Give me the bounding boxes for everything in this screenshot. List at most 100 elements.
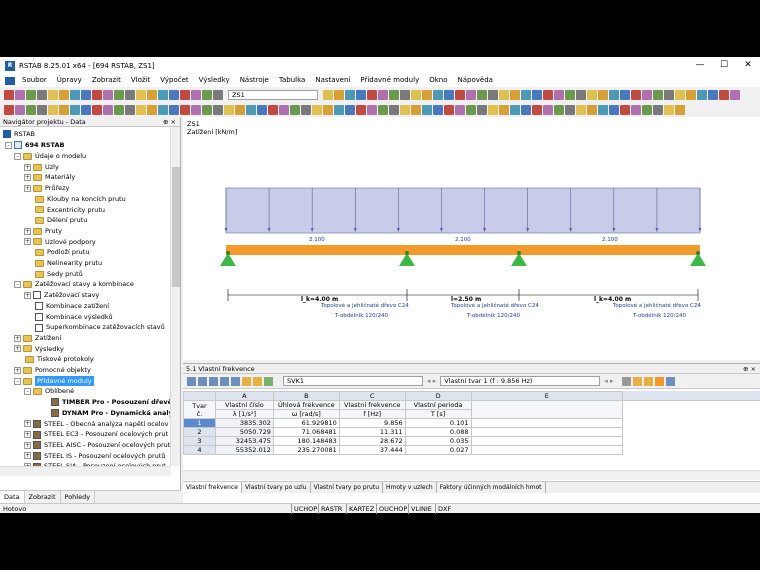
tree-item[interactable]: - Oblíbené xyxy=(24,386,74,397)
toolbar-tool-icon[interactable] xyxy=(499,90,509,100)
toolbar-tool-icon[interactable] xyxy=(598,105,608,115)
table-cell[interactable]: 28.672 xyxy=(338,436,406,446)
toolbar-tool-icon[interactable] xyxy=(587,105,597,115)
toolbar-tool-icon[interactable] xyxy=(15,90,25,100)
toolbar-tool-icon[interactable] xyxy=(246,105,256,115)
tree-item[interactable]: DYNAM Pro - Dynamická analýza xyxy=(40,408,171,419)
toolbar-tool-icon[interactable] xyxy=(521,105,531,115)
col-a[interactable]: A xyxy=(214,391,274,401)
model-view[interactable]: ZS1 Zatížení [kN/m] 2.100 2.100 2.100 To… xyxy=(183,117,760,360)
toolbar-tool-icon[interactable] xyxy=(609,90,619,100)
toolbar-tool-icon[interactable] xyxy=(356,90,366,100)
table-cell[interactable]: 3835.302 xyxy=(214,418,274,428)
tab-pohledy[interactable]: Pohledy xyxy=(61,491,96,503)
status-vlinie[interactable]: VLINIE xyxy=(408,504,434,514)
toolbar-tool-icon[interactable] xyxy=(180,105,190,115)
node-dot[interactable] xyxy=(696,251,700,255)
toolbar-tool-icon[interactable] xyxy=(103,105,113,115)
tool-icon[interactable] xyxy=(665,376,675,386)
tool-icon[interactable] xyxy=(632,376,642,386)
toolbar-tool-icon[interactable] xyxy=(510,105,520,115)
toolbar-tool-icon[interactable] xyxy=(642,90,652,100)
menu-vypocet[interactable]: Výpočet xyxy=(155,74,193,87)
expand-icon[interactable]: + xyxy=(14,345,21,353)
status-uchop[interactable]: UCHOP xyxy=(291,504,319,514)
collapse-icon[interactable]: - xyxy=(14,281,21,289)
table-cell[interactable]: 71.068481 xyxy=(272,427,340,437)
tree-item[interactable]: + Uzly xyxy=(24,162,59,173)
toolbar-tool-icon[interactable] xyxy=(653,105,663,115)
table-cell[interactable]: 235.270081 xyxy=(272,445,340,455)
tree-item[interactable]: + Průřezy xyxy=(24,183,69,194)
toolbar-tool-icon[interactable] xyxy=(532,105,542,115)
toolbar-tool-icon[interactable] xyxy=(4,90,14,100)
tree-item[interactable]: + STEEL AISC - Posouzení ocelových prut xyxy=(24,440,170,451)
tree-root[interactable]: RSTAB xyxy=(3,129,35,140)
node-dot[interactable] xyxy=(226,251,230,255)
mode-select[interactable]: Vlastní tvar 1 (f : 9.856 Hz) xyxy=(440,376,601,386)
toolbar-tool-icon[interactable] xyxy=(92,90,102,100)
toolbar-tool-icon[interactable] xyxy=(26,90,36,100)
tree-item[interactable]: - Přídavné moduly xyxy=(14,375,94,387)
tool-icon[interactable] xyxy=(643,376,653,386)
menu-vlozit[interactable]: Vložit xyxy=(126,74,155,87)
toolbar-tool-icon[interactable] xyxy=(708,90,718,100)
menu-okno[interactable]: Okno xyxy=(424,74,452,87)
tree-item[interactable]: Tiskové protokoly xyxy=(14,354,94,365)
tree-project[interactable]: - 694 RSTAB xyxy=(5,140,64,151)
tab-faktory-hmot[interactable]: Faktory účinných modálních hmot xyxy=(437,482,546,493)
toolbar-tool-icon[interactable] xyxy=(400,105,410,115)
tree-item[interactable]: - Údaje o modelu xyxy=(14,151,86,162)
toolbar-tool-icon[interactable] xyxy=(279,105,289,115)
collapse-icon[interactable]: - xyxy=(14,152,21,160)
toolbar-tool-icon[interactable] xyxy=(224,105,234,115)
toolbar-tool-icon[interactable] xyxy=(565,105,575,115)
toolbar-tool-icon[interactable] xyxy=(202,105,212,115)
toolbar-tool-icon[interactable] xyxy=(103,90,113,100)
toolbar-tool-icon[interactable] xyxy=(158,105,168,115)
results-pin-close-icon[interactable]: ⊕ × xyxy=(743,364,760,374)
toolbar-tool-icon[interactable] xyxy=(411,105,421,115)
arrow-icon[interactable] xyxy=(264,376,273,386)
table-cell[interactable]: 0.027 xyxy=(404,445,472,455)
tree-item[interactable]: Superkombinace zatěžovacích stavů xyxy=(24,322,165,333)
toolbar-tool-icon[interactable] xyxy=(554,105,564,115)
toolbar-tool-icon[interactable] xyxy=(59,105,69,115)
table-cell[interactable]: 9.856 xyxy=(338,418,406,428)
tree-item[interactable]: + STEEL - Obecná analýza napětí ocelov xyxy=(24,419,168,430)
tree-item[interactable]: + Pruty xyxy=(24,226,62,237)
close-button[interactable]: ✕ xyxy=(736,57,760,74)
tree-item[interactable]: + STEEL EC3 - Posouzení ocelových prut xyxy=(24,429,168,440)
navigator-scrollbar[interactable] xyxy=(170,127,180,466)
tree-item[interactable]: + Materiály xyxy=(24,172,75,183)
collapse-icon[interactable]: - xyxy=(14,377,21,385)
menu-nastaveni[interactable]: Nastavení xyxy=(310,74,355,87)
col-b[interactable]: B xyxy=(272,391,340,401)
toolbar-tool-icon[interactable] xyxy=(510,90,520,100)
tab-vlastni-tvary-prutu[interactable]: Vlastní tvary po prutu xyxy=(311,482,384,493)
toolbar-tool-icon[interactable] xyxy=(631,90,641,100)
toolbar-tool-icon[interactable] xyxy=(653,90,663,100)
toolbar-tool-icon[interactable] xyxy=(4,105,14,115)
table-row[interactable]: 2 5050.729 71.068481 11.311 0.088 xyxy=(183,427,623,437)
loadcase-select[interactable]: SVK1 xyxy=(283,376,423,386)
expand-icon[interactable]: + xyxy=(24,452,31,460)
tab-zobrazit[interactable]: Zobrazit xyxy=(25,491,61,503)
tree-item[interactable]: TIMBER Pro - Posouzení dřevěný xyxy=(40,397,171,408)
toolbar-tool-icon[interactable] xyxy=(15,105,25,115)
table-icon[interactable] xyxy=(209,376,218,386)
prev-next-icon[interactable]: ◂ ▸ xyxy=(427,377,436,385)
table-row[interactable]: 3 32453.475 180.148483 28.672 0.035 xyxy=(183,436,623,446)
navigator-pin-close-icon[interactable]: ⊕ × xyxy=(163,117,176,127)
toolbar-tool-icon[interactable] xyxy=(675,105,685,115)
tree-item[interactable]: + Zatěžovací stavy xyxy=(24,290,99,301)
tree-item[interactable]: Dělení prutu xyxy=(24,215,87,226)
table-cell[interactable]: 0.035 xyxy=(404,436,472,446)
toolbar-tool-icon[interactable] xyxy=(191,105,201,115)
toolbar-tool-icon[interactable] xyxy=(433,90,443,100)
toolbar-tool-icon[interactable] xyxy=(37,90,47,100)
menu-vysledky[interactable]: Výsledky xyxy=(194,74,235,87)
toolbar-tool-icon[interactable] xyxy=(136,90,146,100)
toolbar-tool-icon[interactable] xyxy=(455,90,465,100)
beam-bar[interactable] xyxy=(226,245,700,255)
